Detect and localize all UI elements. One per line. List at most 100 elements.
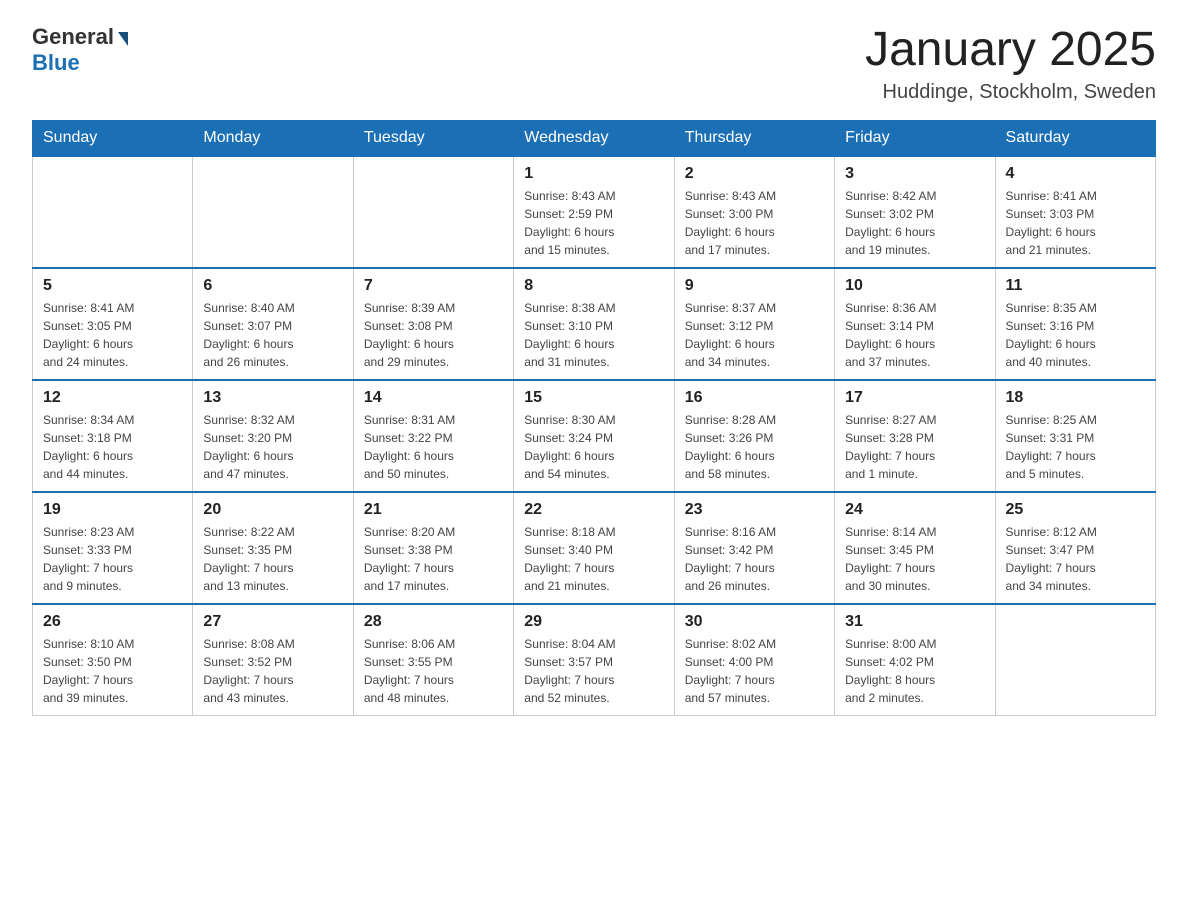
logo-blue-text: Blue: [32, 50, 80, 76]
day-number: 4: [1006, 165, 1145, 183]
logo-general-text: General: [32, 24, 114, 50]
day-info: Sunrise: 8:23 AM Sunset: 3:33 PM Dayligh…: [43, 523, 182, 595]
calendar-cell: 28Sunrise: 8:06 AM Sunset: 3:55 PM Dayli…: [353, 604, 513, 716]
calendar-cell: 3 Sunrise: 8:42 AM Sunset: 3:02 PM Daylig…: [835, 156, 995, 268]
calendar-cell: 14 Sunrise: 8:31 AM Sunset: 3:22 PM Dayli…: [353, 380, 513, 492]
day-info: Sunrise: 8:30 AM Sunset: 3:24 PM Dayligh…: [524, 411, 663, 483]
weekday-header-sunday: Sunday: [33, 120, 193, 156]
day-info: Sunrise: 8:43 AM Sunset: 3:00 PM Dayligh…: [685, 187, 824, 259]
day-number: 8: [524, 277, 663, 295]
calendar-week-row: 1 Sunrise: 8:43 AM Sunset: 2:59 PM Daylig…: [33, 156, 1156, 268]
calendar-cell: 2 Sunrise: 8:43 AM Sunset: 3:00 PM Daylig…: [674, 156, 834, 268]
day-number: 15: [524, 389, 663, 407]
day-info: Sunrise: 8:10 AM Sunset: 3:50 PM Dayligh…: [43, 635, 182, 707]
calendar-week-row: 26 Sunrise: 8:10 AM Sunset: 3:50 PM Dayli…: [33, 604, 1156, 716]
day-info: Sunrise: 8:41 AM Sunset: 3:05 PM Dayligh…: [43, 299, 182, 371]
weekday-header-tuesday: Tuesday: [353, 120, 513, 156]
calendar-subtitle: Huddinge, Stockholm, Sweden: [865, 81, 1156, 104]
day-number: 16: [685, 389, 824, 407]
calendar-table: SundayMondayTuesdayWednesdayThursdayFrid…: [32, 120, 1156, 716]
calendar-cell: 18Sunrise: 8:25 AM Sunset: 3:31 PM Dayli…: [995, 380, 1155, 492]
title-section: January 2025 Huddinge, Stockholm, Sweden: [865, 24, 1156, 104]
calendar-cell: 30 Sunrise: 8:02 AM Sunset: 4:00 PM Dayli…: [674, 604, 834, 716]
calendar-cell: 9 Sunrise: 8:37 AM Sunset: 3:12 PM Daylig…: [674, 268, 834, 380]
day-info: Sunrise: 8:35 AM Sunset: 3:16 PM Dayligh…: [1006, 299, 1145, 371]
day-number: 7: [364, 277, 503, 295]
day-info: Sunrise: 8:37 AM Sunset: 3:12 PM Dayligh…: [685, 299, 824, 371]
day-number: 28: [364, 613, 503, 631]
calendar-header-row: SundayMondayTuesdayWednesdayThursdayFrid…: [33, 120, 1156, 156]
calendar-cell: 5 Sunrise: 8:41 AM Sunset: 3:05 PM Daylig…: [33, 268, 193, 380]
day-info: Sunrise: 8:39 AM Sunset: 3:08 PM Dayligh…: [364, 299, 503, 371]
day-number: 27: [203, 613, 342, 631]
calendar-cell: 6 Sunrise: 8:40 AM Sunset: 3:07 PM Daylig…: [193, 268, 353, 380]
day-info: Sunrise: 8:12 AM Sunset: 3:47 PM Dayligh…: [1006, 523, 1145, 595]
day-info: Sunrise: 8:36 AM Sunset: 3:14 PM Dayligh…: [845, 299, 984, 371]
day-info: Sunrise: 8:14 AM Sunset: 3:45 PM Dayligh…: [845, 523, 984, 595]
day-number: 11: [1006, 277, 1145, 295]
weekday-header-monday: Monday: [193, 120, 353, 156]
calendar-cell: 10Sunrise: 8:36 AM Sunset: 3:14 PM Dayli…: [835, 268, 995, 380]
day-info: Sunrise: 8:31 AM Sunset: 3:22 PM Dayligh…: [364, 411, 503, 483]
calendar-cell: 7 Sunrise: 8:39 AM Sunset: 3:08 PM Daylig…: [353, 268, 513, 380]
calendar-week-row: 12Sunrise: 8:34 AM Sunset: 3:18 PM Dayli…: [33, 380, 1156, 492]
day-info: Sunrise: 8:34 AM Sunset: 3:18 PM Dayligh…: [43, 411, 182, 483]
calendar-cell: 23 Sunrise: 8:16 AM Sunset: 3:42 PM Dayli…: [674, 492, 834, 604]
calendar-cell: [995, 604, 1155, 716]
page-header: General Blue January 2025 Huddinge, Stoc…: [32, 24, 1156, 104]
calendar-title: January 2025: [865, 24, 1156, 77]
logo: General Blue: [32, 24, 128, 76]
calendar-cell: 8 Sunrise: 8:38 AM Sunset: 3:10 PM Daylig…: [514, 268, 674, 380]
calendar-week-row: 5 Sunrise: 8:41 AM Sunset: 3:05 PM Daylig…: [33, 268, 1156, 380]
day-number: 3: [845, 165, 984, 183]
day-number: 9: [685, 277, 824, 295]
calendar-cell: 13 Sunrise: 8:32 AM Sunset: 3:20 PM Dayli…: [193, 380, 353, 492]
day-number: 6: [203, 277, 342, 295]
day-number: 2: [685, 165, 824, 183]
day-info: Sunrise: 8:22 AM Sunset: 3:35 PM Dayligh…: [203, 523, 342, 595]
day-info: Sunrise: 8:28 AM Sunset: 3:26 PM Dayligh…: [685, 411, 824, 483]
day-info: Sunrise: 8:18 AM Sunset: 3:40 PM Dayligh…: [524, 523, 663, 595]
day-number: 29: [524, 613, 663, 631]
day-number: 26: [43, 613, 182, 631]
day-info: Sunrise: 8:40 AM Sunset: 3:07 PM Dayligh…: [203, 299, 342, 371]
calendar-cell: 16 Sunrise: 8:28 AM Sunset: 3:26 PM Dayli…: [674, 380, 834, 492]
day-number: 13: [203, 389, 342, 407]
weekday-header-friday: Friday: [835, 120, 995, 156]
day-number: 23: [685, 501, 824, 519]
day-number: 14: [364, 389, 503, 407]
day-info: Sunrise: 8:25 AM Sunset: 3:31 PM Dayligh…: [1006, 411, 1145, 483]
day-number: 1: [524, 165, 663, 183]
calendar-cell: 31Sunrise: 8:00 AM Sunset: 4:02 PM Dayli…: [835, 604, 995, 716]
calendar-cell: 22Sunrise: 8:18 AM Sunset: 3:40 PM Dayli…: [514, 492, 674, 604]
calendar-cell: 12Sunrise: 8:34 AM Sunset: 3:18 PM Dayli…: [33, 380, 193, 492]
calendar-cell: 27 Sunrise: 8:08 AM Sunset: 3:52 PM Dayli…: [193, 604, 353, 716]
day-info: Sunrise: 8:16 AM Sunset: 3:42 PM Dayligh…: [685, 523, 824, 595]
calendar-cell: 25Sunrise: 8:12 AM Sunset: 3:47 PM Dayli…: [995, 492, 1155, 604]
calendar-cell: 4Sunrise: 8:41 AM Sunset: 3:03 PM Daylig…: [995, 156, 1155, 268]
calendar-cell: [353, 156, 513, 268]
day-number: 30: [685, 613, 824, 631]
day-info: Sunrise: 8:04 AM Sunset: 3:57 PM Dayligh…: [524, 635, 663, 707]
day-number: 20: [203, 501, 342, 519]
calendar-cell: [33, 156, 193, 268]
day-info: Sunrise: 8:27 AM Sunset: 3:28 PM Dayligh…: [845, 411, 984, 483]
calendar-cell: [193, 156, 353, 268]
day-info: Sunrise: 8:02 AM Sunset: 4:00 PM Dayligh…: [685, 635, 824, 707]
day-info: Sunrise: 8:43 AM Sunset: 2:59 PM Dayligh…: [524, 187, 663, 259]
weekday-header-thursday: Thursday: [674, 120, 834, 156]
day-info: Sunrise: 8:42 AM Sunset: 3:02 PM Dayligh…: [845, 187, 984, 259]
calendar-cell: 26 Sunrise: 8:10 AM Sunset: 3:50 PM Dayli…: [33, 604, 193, 716]
day-info: Sunrise: 8:32 AM Sunset: 3:20 PM Dayligh…: [203, 411, 342, 483]
day-number: 5: [43, 277, 182, 295]
day-info: Sunrise: 8:38 AM Sunset: 3:10 PM Dayligh…: [524, 299, 663, 371]
calendar-cell: 21Sunrise: 8:20 AM Sunset: 3:38 PM Dayli…: [353, 492, 513, 604]
calendar-cell: 24Sunrise: 8:14 AM Sunset: 3:45 PM Dayli…: [835, 492, 995, 604]
day-info: Sunrise: 8:08 AM Sunset: 3:52 PM Dayligh…: [203, 635, 342, 707]
calendar-cell: 29 Sunrise: 8:04 AM Sunset: 3:57 PM Dayli…: [514, 604, 674, 716]
calendar-week-row: 19Sunrise: 8:23 AM Sunset: 3:33 PM Dayli…: [33, 492, 1156, 604]
weekday-header-saturday: Saturday: [995, 120, 1155, 156]
day-number: 17: [845, 389, 984, 407]
day-number: 21: [364, 501, 503, 519]
weekday-header-wednesday: Wednesday: [514, 120, 674, 156]
